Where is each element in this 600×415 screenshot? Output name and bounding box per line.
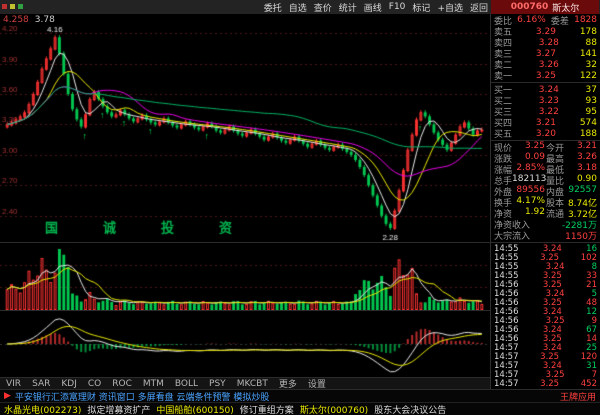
ask-volume: 32: [586, 60, 597, 70]
wide-label: 大宗流入: [494, 229, 530, 242]
bid-volume: 188: [580, 129, 597, 139]
ask-price: 3.26: [539, 60, 559, 70]
menu-item-8[interactable]: 返回: [470, 1, 488, 14]
menu-item-0[interactable]: 委托: [264, 1, 282, 14]
status-bar-2: 水晶光电(002273) 拟定增募资扩产中国船舶(600150) 修订重组方案斯太尔…: [0, 402, 600, 415]
ticker-segment-0[interactable]: 水晶光电(002273): [4, 403, 81, 415]
volume-panel: [0, 242, 490, 311]
tab-mtm[interactable]: MTM: [143, 379, 164, 389]
quote-wide-row-1: 大宗流入 1150万: [491, 230, 600, 241]
tick-list[interactable]: 14:553.241614:553.2510214:553.24814:553.…: [491, 244, 600, 388]
bid-label: 买五: [494, 127, 512, 140]
ask-price: 3.29: [536, 27, 556, 37]
trading-app-window: 委托自选查价统计画线 F10 标记 +自选返回 000760 斯太尔 4.258 3.…: [0, 0, 600, 415]
ask-volume: 141: [580, 49, 597, 59]
menu-item-7[interactable]: +自选: [437, 1, 463, 14]
promo-link[interactable]: 王牌应用: [560, 390, 596, 403]
menu-item-2[interactable]: 查价: [314, 1, 332, 14]
tab-boll[interactable]: BOLL: [175, 379, 198, 389]
menu-item-1[interactable]: 自选: [289, 1, 307, 14]
ticker-segment-2[interactable]: 中国船舶(600150): [156, 403, 233, 415]
top-menu-bar: 委托自选查价统计画线 F10 标记 +自选返回 000760 斯太尔: [0, 0, 600, 15]
bid-volume: 37: [586, 85, 597, 95]
ask-price: 3.28: [539, 38, 559, 48]
ticker-segment-4[interactable]: 斯太尔(000760): [300, 403, 368, 415]
bid-rows: 买一3.2437买二3.2393买三3.2295买四3.21574买五3.201…: [491, 84, 600, 139]
green-square-icon: [18, 4, 23, 9]
weicha-label: 委差: [551, 14, 569, 27]
chart-column: 4.258 3.78 VIR SAR KDJ CO ROC MTM BOLL PSY MKCBT…: [0, 14, 490, 389]
ask-volume: 122: [580, 71, 597, 81]
wide-value: 1150万: [565, 229, 597, 242]
menu-item-5[interactable]: F10: [389, 2, 406, 12]
status-bar-1: ▶ 平安银行汇添富理财 资讯窗口 多屏看盘 云端条件预警 模拟炒股 王牌应用: [0, 389, 600, 402]
ask-row-4[interactable]: 卖一 3.25 122: [491, 70, 600, 81]
quote-rows: 现价3.25今开3.21涨跌0.09最高3.26涨幅2.85%最低3.18总手1…: [491, 142, 600, 241]
ask-label: 卖一: [494, 69, 512, 82]
ticker-segment-1[interactable]: 拟定增募资扩产: [87, 403, 150, 415]
main-chart-panel: 4.258 3.78: [0, 14, 490, 242]
tab-co[interactable]: CO: [88, 379, 101, 389]
ask-rows: 卖五3.29178卖四3.2888卖三3.27141卖二3.2632卖一3.25…: [491, 26, 600, 81]
ticker-segment-5[interactable]: 股东大会决议公告: [374, 403, 446, 415]
stock-name: 斯太尔: [552, 1, 579, 14]
oscillator-chart-canvas[interactable]: [0, 311, 489, 377]
news-play-icon: ▶: [4, 391, 11, 401]
tick-row-15[interactable]: 14:57 3.25 452: [491, 379, 600, 388]
tab-roc[interactable]: ROC: [112, 379, 132, 389]
ask-volume: 178: [580, 27, 597, 37]
bid-price: 3.21: [536, 118, 556, 128]
bid-volume: 95: [586, 107, 597, 117]
quote-panel: 委比 6.16% 委差 1828 卖五3.29178卖四3.2888卖三3.27…: [490, 14, 600, 389]
bid-price: 3.24: [539, 85, 559, 95]
tick-price: 3.25: [540, 379, 559, 389]
bid-volume: 574: [580, 118, 597, 128]
oscillator-panel: [0, 310, 490, 378]
menu-item-3[interactable]: 统计: [339, 1, 357, 14]
tab-psy[interactable]: PSY: [209, 379, 226, 389]
bid-volume: 93: [586, 96, 597, 106]
ask-price: 3.25: [536, 71, 556, 81]
indicator-tab-bar: VIRSARKDJCOROCMTMBOLLPSYMKCBT更多设置: [0, 377, 490, 389]
bid-price: 3.20: [536, 129, 556, 139]
bid-price: 3.23: [539, 96, 559, 106]
volume-chart-canvas[interactable]: [0, 243, 489, 310]
ask-volume: 88: [586, 38, 597, 48]
tick-volume: 452: [581, 379, 597, 389]
bid-row-4[interactable]: 买五 3.20 188: [491, 128, 600, 139]
ticker-segment-3[interactable]: 修订重组方案: [240, 403, 294, 415]
candlestick-chart-canvas[interactable]: [0, 14, 489, 242]
yellow-square-icon: [10, 4, 15, 9]
bid-price: 3.22: [539, 107, 559, 117]
weibi-value: 6.16%: [517, 15, 546, 25]
tab-kdj[interactable]: KDJ: [61, 379, 77, 389]
menu-item-4[interactable]: 画线: [364, 1, 382, 14]
news-ticker-link[interactable]: 平安银行汇添富理财 资讯窗口 多屏看盘 云端条件预警 模拟炒股: [15, 390, 269, 403]
weicha-value: 1828: [574, 15, 597, 25]
tab-vir[interactable]: VIR: [6, 379, 21, 389]
ask-price: 3.27: [536, 49, 556, 59]
tab-mkcbt[interactable]: MKCBT: [237, 379, 268, 389]
tick-time: 14:57: [494, 379, 519, 389]
menu-item-6[interactable]: 标记: [412, 1, 430, 14]
stock-code: 000760: [511, 2, 549, 12]
tab-sar[interactable]: SAR: [32, 379, 50, 389]
menu-list: 委托自选查价统计画线 F10 标记 +自选返回: [264, 0, 488, 14]
window-control-icons: [2, 4, 23, 9]
stock-title[interactable]: 000760 斯太尔: [491, 0, 599, 14]
red-square-icon: [2, 4, 7, 9]
